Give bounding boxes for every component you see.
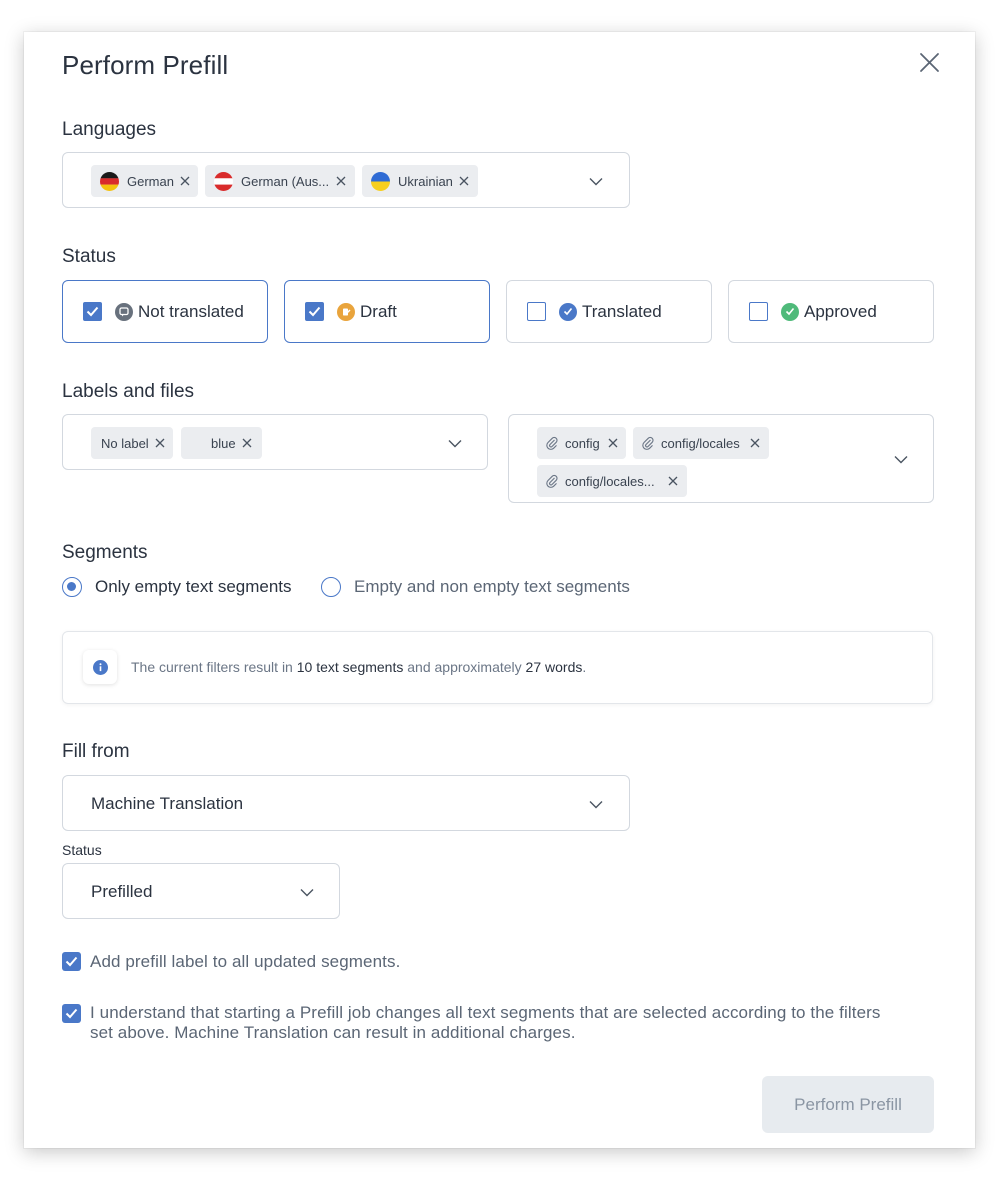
checkbox[interactable]	[305, 302, 324, 321]
flag-austria-icon	[214, 171, 233, 191]
language-chip-label: Ukrainian	[398, 173, 453, 189]
paperclip-icon	[546, 436, 558, 450]
status-option-approved[interactable]: Approved	[728, 280, 934, 343]
status-option-draft[interactable]: Draft	[284, 280, 490, 343]
info-icon-wrapper	[83, 650, 117, 684]
add-prefill-label-text[interactable]: Add prefill label to all updated segment…	[90, 951, 400, 972]
close-icon	[920, 53, 939, 72]
check-icon	[86, 306, 99, 317]
label-chip-text: No label	[101, 435, 149, 451]
languages-select[interactable]: German German (Aus... Ukrainian	[62, 152, 630, 208]
file-chip: config/locales	[633, 427, 769, 459]
chevron-down-icon	[589, 178, 603, 186]
language-chip-german-austria: German (Aus...	[205, 165, 355, 197]
radio-empty-and-non-empty[interactable]	[321, 577, 341, 597]
dialog-title: Perform Prefill	[62, 50, 229, 80]
paperclip-icon	[642, 436, 654, 450]
flag-ukraine-icon	[371, 171, 390, 191]
labels-files-label: Labels and files	[62, 381, 195, 402]
checkbox[interactable]	[83, 302, 102, 321]
prefill-status-value: Prefilled	[91, 882, 153, 901]
file-chip-label: config	[565, 435, 600, 451]
languages-label: Languages	[62, 119, 157, 140]
status-option-label: Not translated	[138, 301, 244, 321]
fill-from-label: Fill from	[62, 741, 130, 762]
radio-only-empty[interactable]	[62, 577, 82, 597]
info-icon	[92, 659, 108, 675]
remove-chip-icon[interactable]	[155, 438, 165, 448]
speech-bubble-icon	[115, 302, 133, 321]
files-select[interactable]: config config/locales config/locales...	[508, 414, 934, 503]
info-text: The current filters result in 10 text se…	[131, 659, 587, 675]
status-option-label: Draft	[360, 301, 397, 321]
status-label: Status	[62, 246, 116, 267]
pencil-icon	[337, 302, 355, 321]
label-chip-blue: blue	[181, 427, 262, 459]
check-circle-icon	[559, 302, 577, 321]
chevron-down-icon	[448, 440, 462, 448]
checkbox[interactable]	[749, 302, 768, 321]
prefill-status-select[interactable]: Prefilled	[62, 863, 340, 919]
segments-label: Segments	[62, 542, 148, 563]
checkbox[interactable]	[527, 302, 546, 321]
close-button[interactable]	[914, 48, 944, 78]
understand-checkbox[interactable]	[62, 1004, 81, 1023]
prefill-status-label: Status	[62, 842, 102, 858]
language-chip-german: German	[91, 165, 198, 197]
filter-result-info: The current filters result in 10 text se…	[62, 631, 933, 704]
understand-text-line2[interactable]: set above. Machine Translation can resul…	[90, 1022, 576, 1043]
status-option-label: Translated	[582, 301, 662, 321]
radio-only-empty-label[interactable]: Only empty text segments	[95, 577, 292, 597]
remove-chip-icon[interactable]	[459, 176, 469, 186]
status-option-translated[interactable]: Translated	[506, 280, 712, 343]
file-chip-label: config/locales	[661, 435, 740, 451]
labels-select[interactable]: No label blue	[62, 414, 488, 470]
remove-chip-icon[interactable]	[180, 176, 190, 186]
add-prefill-label-checkbox[interactable]	[62, 952, 81, 971]
status-option-not-translated[interactable]: Not translated	[62, 280, 268, 343]
understand-text-line1[interactable]: I understand that starting a Prefill job…	[90, 1002, 881, 1023]
language-chip-label: German (Aus...	[241, 173, 330, 189]
chevron-down-icon	[894, 456, 908, 464]
prefill-dialog: Perform Prefill Languages German German …	[24, 32, 975, 1148]
remove-chip-icon[interactable]	[750, 438, 760, 448]
file-chip: config	[537, 427, 626, 459]
double-check-icon	[781, 302, 799, 321]
remove-chip-icon[interactable]	[668, 476, 678, 486]
label-chip-no-label: No label	[91, 427, 173, 459]
remove-chip-icon[interactable]	[242, 438, 252, 448]
segment-count: 10 text segments	[296, 659, 404, 675]
status-option-label: Approved	[804, 301, 877, 321]
file-chip: config/locales...	[537, 465, 687, 497]
language-chip-ukrainian: Ukrainian	[362, 165, 478, 197]
radio-empty-and-non-empty-label[interactable]: Empty and non empty text segments	[354, 577, 630, 597]
check-icon	[65, 1008, 78, 1019]
check-icon	[308, 306, 321, 317]
perform-prefill-button[interactable]: Perform Prefill	[762, 1076, 934, 1133]
label-chip-text: blue	[211, 435, 236, 451]
remove-chip-icon[interactable]	[608, 438, 618, 448]
fill-from-select[interactable]: Machine Translation	[62, 775, 630, 831]
remove-chip-icon[interactable]	[336, 176, 346, 186]
chevron-down-icon	[300, 889, 314, 897]
paperclip-icon	[546, 474, 558, 488]
chevron-down-icon	[589, 801, 603, 809]
fill-from-value: Machine Translation	[91, 794, 244, 813]
word-count: 27 words	[525, 659, 583, 675]
language-chip-label: German	[127, 173, 174, 189]
flag-germany-icon	[100, 171, 119, 191]
check-icon	[65, 956, 78, 967]
file-chip-label: config/locales...	[565, 473, 655, 489]
